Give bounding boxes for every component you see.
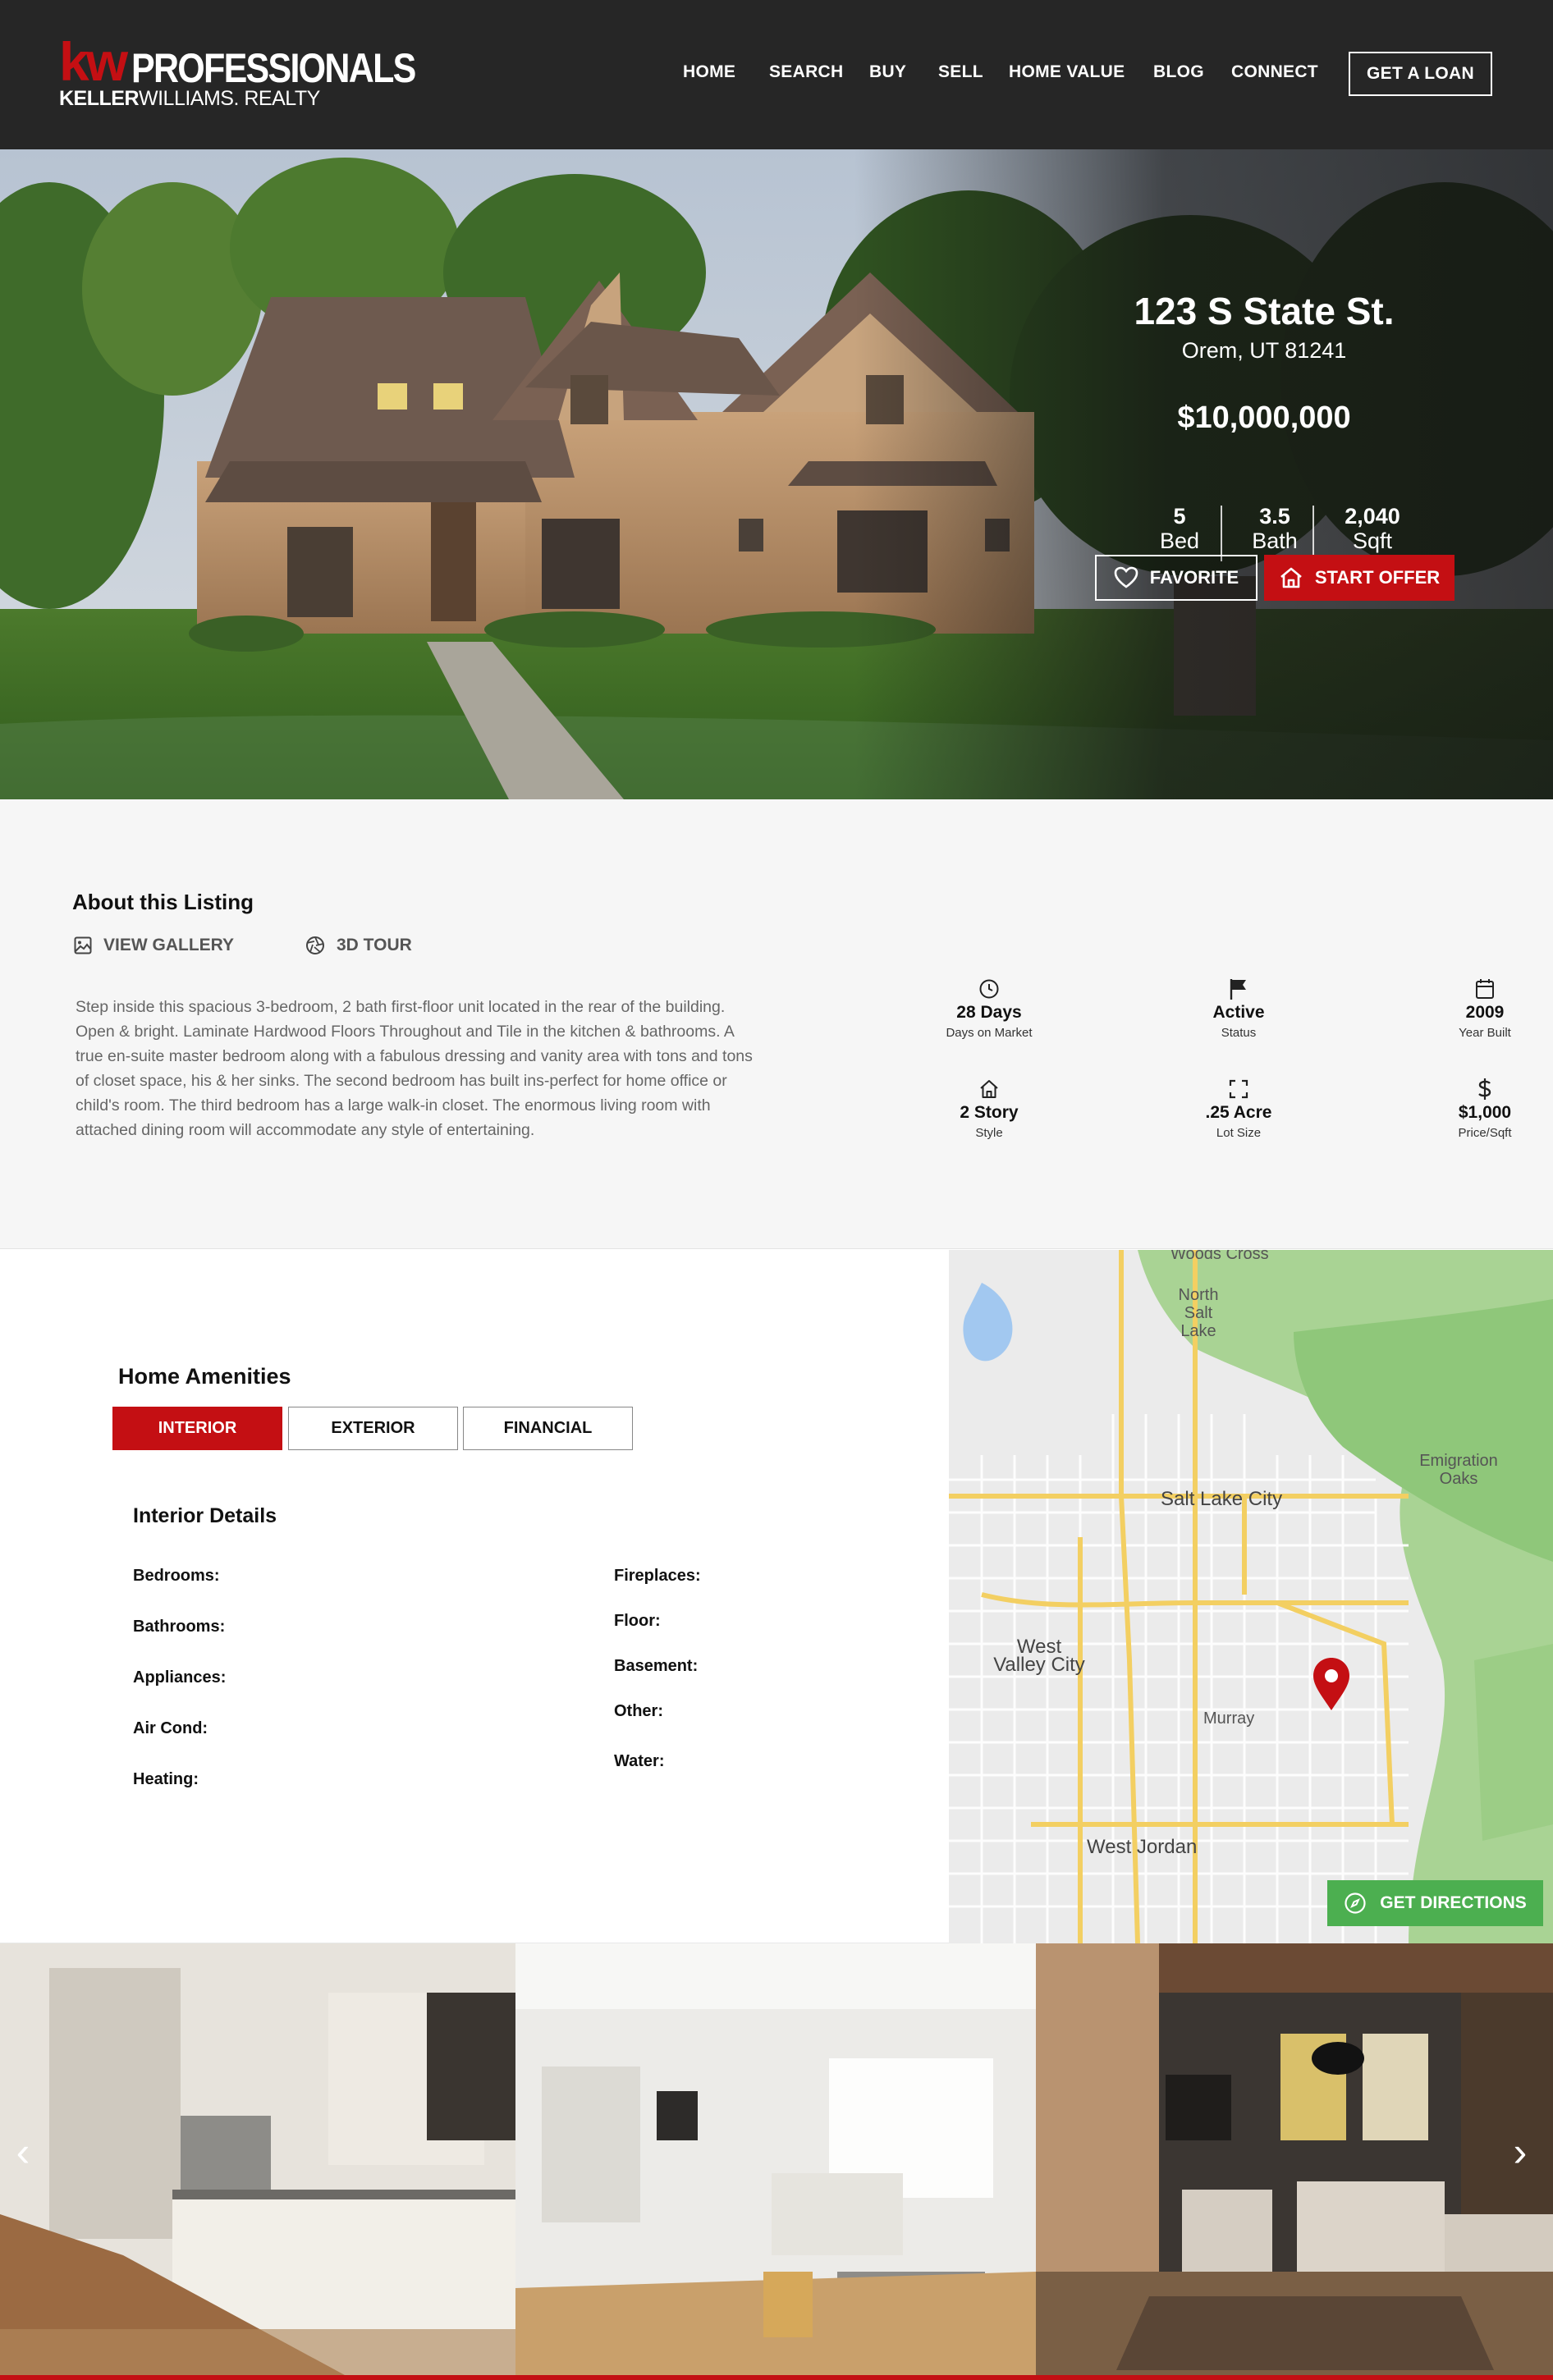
map-label-west-valley-city: West Valley City bbox=[993, 1636, 1085, 1676]
listing-price: $10,000,000 bbox=[1177, 400, 1351, 435]
fact-status: Active Status bbox=[1161, 977, 1317, 1040]
brand-logo[interactable]: kw PROFESSIONALS KELLERWILLIAMS. REALTY bbox=[59, 34, 416, 113]
site-header: kw PROFESSIONALS KELLERWILLIAMS. REALTY … bbox=[0, 0, 1553, 149]
fact-year-built: 2009 Year Built bbox=[1407, 977, 1553, 1040]
clock-icon bbox=[979, 979, 999, 999]
view-gallery-label: VIEW GALLERY bbox=[103, 936, 235, 954]
favorite-label: FAVORITE bbox=[1149, 567, 1239, 588]
tab-interior[interactable]: INTERIOR bbox=[112, 1407, 282, 1450]
nav-blog[interactable]: BLOG bbox=[1153, 62, 1204, 82]
detail-label-bedrooms: Bedrooms: bbox=[133, 1567, 220, 1585]
fact-days-on-market: 28 Days Days on Market bbox=[911, 977, 1067, 1040]
stat-divider bbox=[1312, 506, 1314, 561]
map-tiles bbox=[949, 1250, 1553, 1943]
get-directions-label: GET DIRECTIONS bbox=[1380, 1893, 1527, 1912]
nav-connect[interactable]: CONNECT bbox=[1231, 62, 1318, 82]
detail-label-basement: Basement: bbox=[614, 1657, 699, 1675]
stat-bath: 3.5 Bath bbox=[1252, 504, 1298, 553]
nav-search[interactable]: SEARCH bbox=[769, 62, 843, 82]
gallery-next-arrow[interactable]: › bbox=[1504, 2127, 1537, 2176]
fact-style: 2 Story Style bbox=[911, 1077, 1067, 1140]
aperture-icon bbox=[306, 936, 324, 954]
heart-icon bbox=[1114, 566, 1138, 588]
3d-tour-label: 3D TOUR bbox=[337, 936, 412, 954]
gallery-photos bbox=[0, 1943, 1553, 2375]
flag-icon bbox=[1230, 979, 1246, 1000]
fact-lot-size: .25 Acre Lot Size bbox=[1161, 1077, 1317, 1140]
detail-label-bathrooms: Bathrooms: bbox=[133, 1618, 226, 1636]
logo-subtitle: KELLERWILLIAMS. REALTY bbox=[59, 87, 320, 110]
detail-label-floor: Floor: bbox=[614, 1612, 661, 1630]
tab-financial[interactable]: FINANCIAL bbox=[463, 1407, 633, 1450]
detail-label-other: Other: bbox=[614, 1702, 663, 1720]
tab-exterior[interactable]: EXTERIOR bbox=[288, 1407, 458, 1450]
home-amenities-section: Home Amenities INTERIOR EXTERIOR FINANCI… bbox=[0, 1250, 949, 1943]
view-gallery-link[interactable]: VIEW GALLERY bbox=[74, 936, 234, 955]
listing-description: Step inside this spacious 3-bedroom, 2 b… bbox=[76, 998, 753, 1139]
listing-address: 123 S State St. bbox=[1134, 290, 1395, 332]
home-icon bbox=[980, 1080, 998, 1098]
dollar-icon bbox=[1478, 1078, 1491, 1100]
3d-tour-link[interactable]: 3D TOUR bbox=[305, 936, 412, 955]
nav-home[interactable]: HOME bbox=[683, 62, 735, 82]
location-pin-icon bbox=[1313, 1658, 1349, 1710]
map-label-north-salt-lake: North Salt Lake bbox=[1178, 1286, 1219, 1340]
get-directions-button[interactable]: GET DIRECTIONS bbox=[1327, 1880, 1543, 1926]
expand-icon bbox=[1229, 1079, 1248, 1099]
calendar-icon bbox=[1476, 979, 1494, 999]
detail-label-water: Water: bbox=[614, 1752, 665, 1770]
logo-name: PROFESSIONALS bbox=[131, 45, 416, 91]
gallery-prev-arrow[interactable]: ‹ bbox=[7, 2127, 39, 2176]
stat-sqft: 2,040 Sqft bbox=[1345, 504, 1400, 553]
about-listing-section: About this Listing VIEW GALLERY 3D TOUR … bbox=[0, 799, 1553, 1249]
footer-accent-bar bbox=[0, 2375, 1553, 2380]
detail-label-heating: Heating: bbox=[133, 1770, 199, 1788]
start-offer-button[interactable]: START OFFER bbox=[1264, 555, 1455, 601]
hero-banner: 123 S State St. Orem, UT 81241 $10,000,0… bbox=[0, 149, 1553, 799]
map-label-emigration-oaks: Emigration Oaks bbox=[1419, 1452, 1498, 1488]
fact-price-per-sqft: $1,000 Price/Sqft bbox=[1407, 1077, 1553, 1140]
detail-label-air-cond: Air Cond: bbox=[133, 1719, 208, 1737]
about-title: About this Listing bbox=[72, 890, 254, 914]
listing-stats: 5 Bed 3.5 Bath 2,040 Sqft bbox=[1092, 504, 1436, 561]
detail-label-fireplaces: Fireplaces: bbox=[614, 1567, 701, 1585]
hero-overlay bbox=[0, 149, 1553, 799]
start-offer-label: START OFFER bbox=[1314, 567, 1441, 588]
favorite-button[interactable]: FAVORITE bbox=[1095, 555, 1258, 601]
detail-label-appliances: Appliances: bbox=[133, 1668, 227, 1687]
map-label-woods-cross: Woods Cross bbox=[1170, 1250, 1269, 1263]
map-label-west-jordan: West Jordan bbox=[1087, 1836, 1198, 1858]
get-a-loan-button[interactable]: GET A LOAN bbox=[1349, 52, 1492, 96]
home-icon bbox=[1280, 567, 1302, 588]
logo-mark: kw bbox=[59, 31, 128, 92]
compass-icon bbox=[1345, 1893, 1366, 1914]
stat-bed: 5 Bed bbox=[1159, 504, 1200, 553]
location-map[interactable]: Woods Cross North Salt Lake Salt Lake Ci… bbox=[949, 1250, 1553, 1943]
amenities-title: Home Amenities bbox=[118, 1364, 291, 1389]
photo-gallery: ‹ › bbox=[0, 1943, 1553, 2375]
nav-home-value[interactable]: HOME VALUE bbox=[1009, 62, 1125, 82]
image-icon bbox=[74, 936, 92, 954]
interior-details-title: Interior Details bbox=[133, 1504, 277, 1527]
nav-sell[interactable]: SELL bbox=[938, 62, 983, 82]
nav-buy[interactable]: BUY bbox=[869, 62, 906, 82]
map-label-murray: Murray bbox=[1203, 1709, 1255, 1728]
listing-city: Orem, UT 81241 bbox=[1181, 338, 1347, 363]
map-label-salt-lake-city: Salt Lake City bbox=[1161, 1488, 1283, 1510]
stat-divider bbox=[1221, 506, 1222, 561]
